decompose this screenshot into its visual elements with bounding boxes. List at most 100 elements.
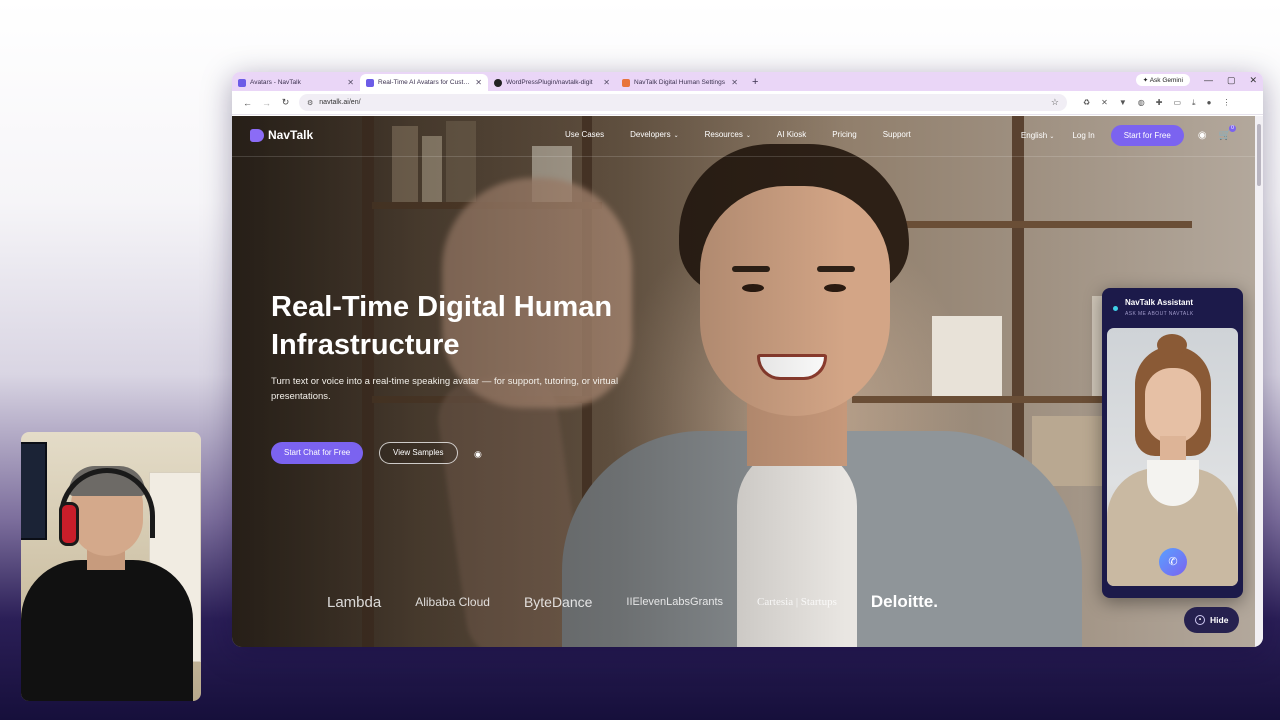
phone-call-icon[interactable]: ✆ [1159,548,1187,576]
page-scrollbar[interactable] [1255,116,1263,647]
menu-item-resources[interactable]: Resources ⌄ [705,130,751,139]
settings-favicon-icon [622,78,630,87]
tab-real-time-ai-avatars[interactable]: Real-Time AI Avatars for Custom ✕ [360,74,488,91]
github-favicon-icon [494,78,502,87]
avatar-face [1145,368,1201,444]
presenter-shirt [21,560,193,701]
chevron-down-icon: ⌄ [745,133,751,139]
hide-label: Hide [1210,615,1229,625]
menu-label: Developers [630,130,671,139]
forward-icon[interactable]: → [257,98,276,108]
url-input[interactable]: ⚙ navtalk.ai/en/ ☆ [299,94,1067,111]
menu-item-support[interactable]: Support [883,130,911,139]
discord-icon[interactable]: ◉ [1198,130,1207,141]
assistant-header: NavTalk Assistant ASK ME ABOUT NAVTALK [1102,288,1243,326]
bookmark-star-icon[interactable]: ☆ [1051,97,1059,108]
close-tab-icon[interactable]: ✕ [731,78,738,87]
navtalk-favicon-icon [366,78,374,87]
partner-logo-deloitte: Deloitte. [870,592,938,611]
partner-logo-lambda: Lambda [327,593,382,611]
ask-gemini-button[interactable]: ✦ Ask Gemini [1135,74,1190,86]
browser-window: Avatars - NavTalk ✕ Real-Time AI Avatars… [232,72,1263,647]
webpage-viewport: NavTalk Use Cases Developers ⌄ Resources ⌄… [232,116,1255,647]
back-icon[interactable]: ← [238,98,257,108]
hero-title: Real-Time Digital Human Infrastructure [271,291,613,361]
partner-logo-alibaba: Alibaba Cloud [415,595,490,609]
tab-label: WordPressPlugin/navtalk-digit [506,79,593,86]
extensions-toolbar: ♻ ✕ ▼ ◍ ✚ ▭ ⤓ ● ⋮ [1083,98,1230,108]
partner-logo-elevenlabs: IIElevenLabsGrants [626,596,724,608]
tab-avatars[interactable]: Avatars - NavTalk ✕ [232,74,360,91]
start-chat-button[interactable]: Start Chat for Free [271,442,364,464]
url-text: navtalk.ai/en/ [319,99,361,106]
tab-label: NavTalk Digital Human Settings [634,79,726,86]
tab-label: Avatars - NavTalk [250,79,301,86]
close-tab-icon[interactable]: ✕ [347,78,354,87]
extension-icon[interactable]: ♻ [1083,98,1090,108]
extension-icon[interactable]: ✕ [1101,98,1108,108]
login-link[interactable]: Log In [1072,131,1094,140]
navtalk-logo-icon [250,128,264,142]
scrollbar-thumb[interactable] [1257,124,1261,186]
more-menu-icon[interactable]: ⋮ [1222,98,1230,108]
assistant-widget: NavTalk Assistant ASK ME ABOUT NAVTALK ✆ [1102,288,1243,598]
partner-logo-bytedance: ByteDance [523,594,593,610]
close-tab-icon[interactable]: ✕ [603,78,610,87]
ask-gemini-label: Ask Gemini [1149,77,1183,84]
assistant-avatar-video: ✆ [1107,328,1238,586]
close-tab-icon[interactable]: ✕ [475,78,482,87]
navtalk-logo[interactable]: NavTalk [250,128,313,142]
hide-icon: • [1195,615,1205,625]
partner-logos: Lambda Alibaba Cloud ByteDance IIElevenL… [327,592,972,612]
webcam-monitor [21,442,47,540]
discord-icon[interactable]: ◉ [474,449,482,460]
address-bar: ← → ↻ ⚙ navtalk.ai/en/ ☆ ♻ ✕ ▼ ◍ ✚ ▭ ⤓ ●… [232,91,1263,115]
extension-icon[interactable]: ▼ [1119,98,1127,108]
site-navbar: NavTalk Use Cases Developers ⌄ Resources ⌄… [232,116,1255,156]
menu-label: Support [882,130,911,139]
menu-label: AI Kiosk [776,130,807,139]
main-menu: Use Cases Developers ⌄ Resources ⌄ AI Kios… [565,130,937,139]
cast-icon[interactable]: ▭ [1173,98,1181,108]
reload-icon[interactable]: ↻ [276,97,295,108]
site-info-icon[interactable]: ⚙ [307,99,313,107]
window-controls: ✦ Ask Gemini — ▢ ✕ [1135,74,1257,86]
headset-earcup [59,502,79,546]
tab-strip: Avatars - NavTalk ✕ Real-Time AI Avatars… [232,72,1263,91]
avatar-hair-bun [1157,334,1187,356]
menu-item-ai-kiosk[interactable]: AI Kiosk [777,130,806,139]
maximize-icon[interactable]: ▢ [1227,75,1236,86]
navtalk-favicon-icon [238,78,246,87]
tab-digital-human-settings[interactable]: NavTalk Digital Human Settings ✕ [616,74,744,91]
cart-count-badge: 0 [1229,125,1236,132]
online-status-icon [1113,306,1118,311]
profile-avatar-icon[interactable]: ● [1207,98,1212,108]
view-samples-button[interactable]: View Samples [379,442,458,464]
nav-divider [232,156,1255,157]
assistant-subtitle: ASK ME ABOUT NAVTALK [1125,311,1194,317]
webcam-overlay [21,432,201,701]
partner-logo-cartesia: Cartesia | Startups [757,596,837,608]
menu-item-use-cases[interactable]: Use Cases [565,130,604,139]
extensions-puzzle-icon[interactable]: ✚ [1156,98,1163,108]
hide-assistant-button[interactable]: • Hide [1184,607,1240,633]
menu-label: Resources [704,130,743,139]
close-window-icon[interactable]: ✕ [1249,75,1257,86]
assistant-title: NavTalk Assistant [1125,298,1194,307]
chevron-down-icon: ⌄ [673,133,679,139]
new-tab-button[interactable]: + [752,74,758,91]
extension-icon[interactable]: ◍ [1138,98,1145,108]
download-icon[interactable]: ⤓ [1192,98,1196,108]
menu-item-pricing[interactable]: Pricing [832,130,856,139]
nav-actions: English ⌄ Log In Start for Free ◉ 🛒 0 [1021,125,1243,146]
language-label: English [1020,131,1048,140]
language-selector[interactable]: English ⌄ [1021,131,1055,140]
start-for-free-button[interactable]: Start for Free [1110,125,1184,146]
cart-icon[interactable]: 🛒 0 [1219,125,1236,141]
chevron-down-icon: ⌄ [1049,134,1055,140]
tab-wordpress-plugin[interactable]: WordPressPlugin/navtalk-digit ✕ [488,74,616,91]
menu-item-developers[interactable]: Developers ⌄ [630,130,679,139]
menu-label: Pricing [832,130,857,139]
menu-label: Use Cases [565,130,605,139]
minimize-icon[interactable]: — [1204,75,1213,85]
